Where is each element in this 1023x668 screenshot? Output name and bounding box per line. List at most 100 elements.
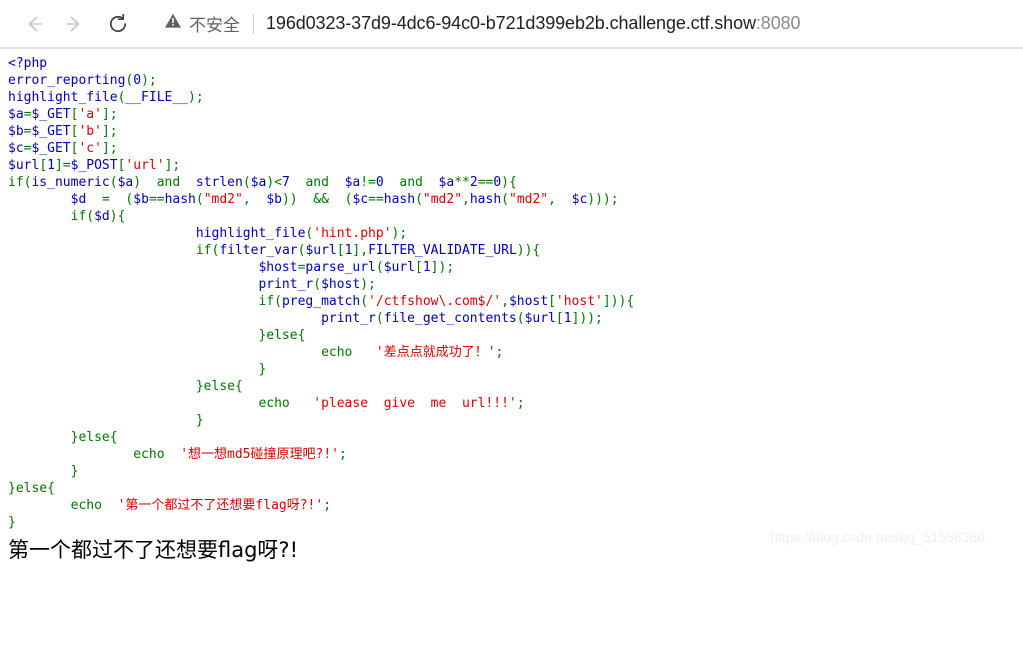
code-token: ]; xyxy=(164,158,181,173)
browser-toolbar: 不安全 196d0323-37d9-4dc6-94c0-b721d399eb2b… xyxy=(0,0,1023,47)
code-token: hash xyxy=(383,192,416,207)
url-display: 196d0323-37d9-4dc6-94c0-b721d399eb2b.cha… xyxy=(266,13,801,34)
code-token: '第一个都过不了还想要flag呀?!' xyxy=(117,498,324,513)
code-line: } xyxy=(8,515,16,530)
address-bar[interactable]: 不安全 196d0323-37d9-4dc6-94c0-b721d399eb2b… xyxy=(152,5,1009,42)
code-token: $_POST xyxy=(70,158,118,173)
code-token: __FILE__ xyxy=(125,90,189,105)
code-line: if(is_numeric($a) and strlen($a)<7 and $… xyxy=(8,175,517,190)
code-token: $host xyxy=(508,294,549,309)
code-token: { xyxy=(297,328,306,343)
arrow-left-icon xyxy=(23,13,45,35)
code-token: preg_match xyxy=(281,294,361,309)
code-token: ){ xyxy=(501,175,517,190)
code-token: is_numeric xyxy=(31,175,110,190)
code-token: echo xyxy=(133,447,165,462)
back-button[interactable] xyxy=(14,4,54,44)
code-token: } xyxy=(8,328,267,343)
code-token: '差点点就成功了！' xyxy=(375,345,496,360)
code-token: "md2" xyxy=(422,192,463,207)
code-token: highlight_file xyxy=(8,90,118,105)
forward-button[interactable] xyxy=(54,4,94,44)
code-token: 1 xyxy=(422,260,431,275)
code-token: 0 xyxy=(133,73,142,88)
code-token: file_get_contents xyxy=(383,311,517,326)
code-token: } xyxy=(8,430,79,445)
code-token: ( xyxy=(86,209,95,224)
code-token: 2 xyxy=(469,175,478,190)
code-token: 'a' xyxy=(78,107,102,122)
code-line: $host=parse_url($url[1]); xyxy=(8,260,454,275)
code-token: , xyxy=(501,294,509,309)
code-token: ( xyxy=(516,311,525,326)
code-token: ; xyxy=(516,396,525,411)
code-token: and xyxy=(305,175,329,190)
code-token: 7 xyxy=(281,175,290,190)
page-content: <?php error_reporting(0); highlight_file… xyxy=(0,47,1023,563)
code-token: $b xyxy=(266,192,282,207)
code-line: } xyxy=(8,413,204,428)
code-token: highlight_file xyxy=(195,226,306,241)
code-token: ]; xyxy=(101,124,118,139)
code-token: ; xyxy=(339,447,347,462)
code-token: } xyxy=(8,379,204,394)
code-token: , xyxy=(548,192,572,207)
warning-triangle-icon xyxy=(164,12,182,35)
code-token: if xyxy=(258,294,275,309)
code-token: [ xyxy=(39,158,48,173)
code-line: }else{ xyxy=(8,379,243,394)
code-token: ( xyxy=(274,294,282,309)
code-token: } xyxy=(8,464,79,479)
code-token: "md2" xyxy=(509,192,549,207)
code-token: $_GET xyxy=(31,107,71,122)
code-token: [ xyxy=(336,243,345,258)
reload-button[interactable] xyxy=(98,4,138,44)
security-status[interactable]: 不安全 xyxy=(164,11,240,36)
code-line: $b=$_GET['b']; xyxy=(8,124,118,139)
code-token: ( xyxy=(109,175,118,190)
code-token: echo xyxy=(70,498,102,513)
code-token: == xyxy=(368,192,384,207)
code-token: $url xyxy=(305,243,337,258)
code-token: $_GET xyxy=(31,124,71,139)
code-token: = ( xyxy=(86,192,134,207)
code-token: { xyxy=(109,430,118,445)
code-token: } xyxy=(8,481,16,496)
code-token: 1 xyxy=(47,158,55,173)
code-token: ( xyxy=(313,277,322,292)
code-token: $b xyxy=(133,192,149,207)
code-token: ]); xyxy=(430,260,455,275)
code-token: ])); xyxy=(571,311,603,326)
code-token: ); xyxy=(141,73,157,88)
code-line: }else{ xyxy=(8,430,118,445)
code-line: } xyxy=(8,464,79,479)
code-token: "md2" xyxy=(203,192,243,207)
code-token: 1 xyxy=(563,311,572,326)
code-token: filter_var xyxy=(219,243,298,258)
code-token: else xyxy=(78,430,110,445)
code-token: $d xyxy=(94,209,110,224)
code-token: '想一想md5碰撞原理吧?!' xyxy=(180,447,339,462)
code-token: $c xyxy=(571,192,588,207)
code-token: $url xyxy=(8,158,40,173)
code-line: } xyxy=(8,362,266,377)
code-token: echo xyxy=(258,396,290,411)
code-token: ]; xyxy=(101,107,118,122)
code-token: ) xyxy=(133,175,157,190)
arrow-right-icon xyxy=(63,13,85,35)
code-token: error_reporting xyxy=(8,73,126,88)
code-token: and xyxy=(156,175,181,190)
code-token: 'hint.php' xyxy=(313,226,392,241)
code-token: if xyxy=(195,243,212,258)
